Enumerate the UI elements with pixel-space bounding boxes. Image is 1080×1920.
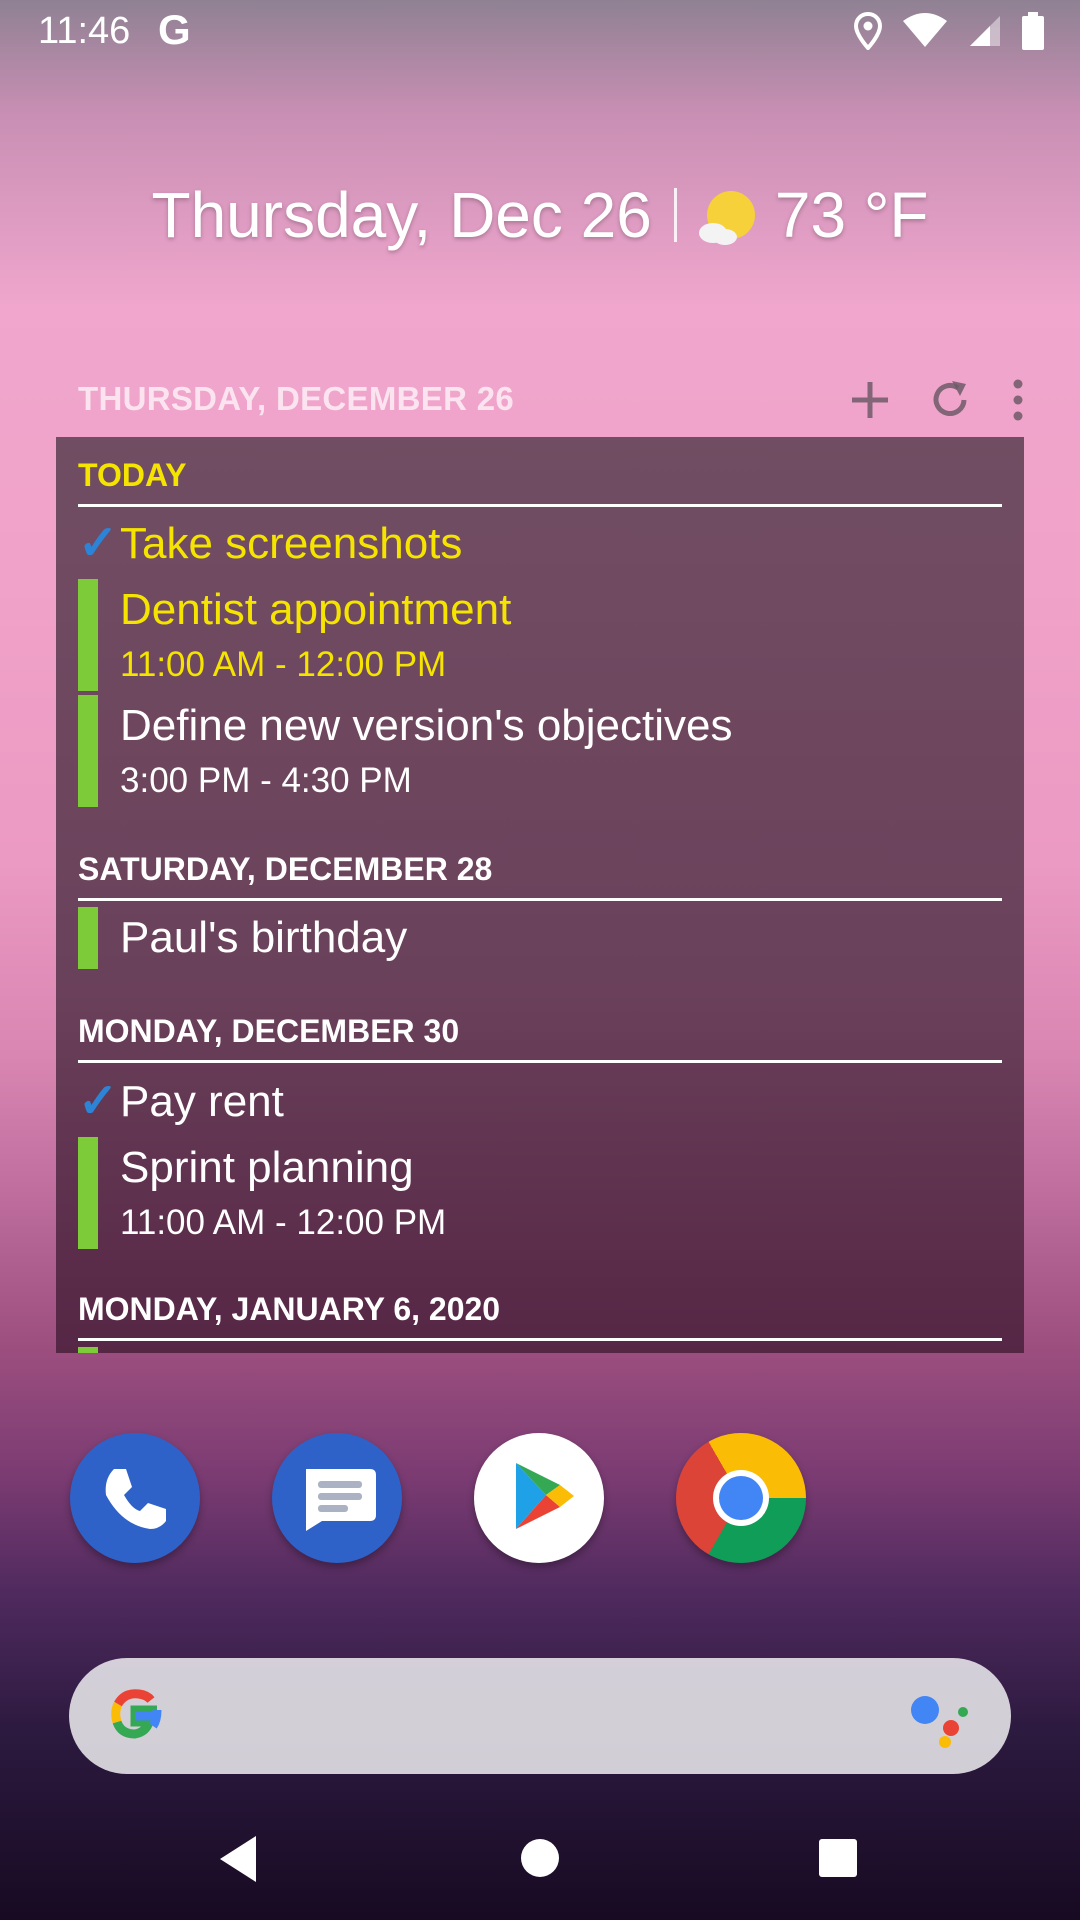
- recents-icon[interactable]: [818, 1838, 858, 1878]
- day-heading[interactable]: SATURDAY, DECEMBER 28: [78, 851, 1002, 901]
- check-icon[interactable]: ✓: [78, 1073, 118, 1129]
- event-color-bar: [78, 579, 98, 691]
- status-icons: [854, 12, 1044, 50]
- status-bar: 11:46 G: [0, 0, 1080, 64]
- status-time: 11:46: [38, 10, 131, 52]
- navigation-bar: [0, 1800, 1080, 1920]
- phone-icon: [105, 1469, 166, 1529]
- task-title: Pay rent: [120, 1077, 284, 1126]
- partly-sunny-icon: [698, 188, 755, 245]
- glance-temperature[interactable]: 73 °F: [775, 178, 929, 252]
- event-time: 11:00 AM - 12:00 PM: [120, 1203, 447, 1242]
- wifi-icon: [903, 13, 947, 47]
- google-notification-icon: G: [158, 6, 191, 53]
- event-title: Sprint planning: [120, 1143, 414, 1192]
- event-color-bar: [78, 907, 98, 969]
- event-color-bar: [78, 1347, 98, 1353]
- event-time: 3:00 PM - 4:30 PM: [120, 761, 412, 800]
- glance-divider: [673, 188, 677, 242]
- more-options-icon[interactable]: [1008, 378, 1028, 422]
- event-item[interactable]: Sprint planning 11:00 AM - 12:00 PM: [78, 1137, 1002, 1249]
- task-item[interactable]: ✓ Pay rent: [78, 1071, 1002, 1133]
- play-store-app[interactable]: [474, 1433, 604, 1563]
- event-color-bar: [78, 695, 98, 807]
- event-title: Dentist appointment: [120, 585, 512, 634]
- event-item[interactable]: Define new version's objectives 3:00 PM …: [78, 695, 1002, 807]
- phone-app[interactable]: [70, 1433, 200, 1563]
- widget-header-date[interactable]: THURSDAY, DECEMBER 26: [78, 380, 514, 418]
- event-time: 11:00 AM - 12:00 PM: [120, 645, 447, 684]
- day-heading[interactable]: MONDAY, DECEMBER 30: [78, 1013, 1002, 1063]
- event-item[interactable]: Dentist appointment 11:00 AM - 12:00 PM: [78, 579, 1002, 691]
- event-item[interactable]: Paul's birthday: [78, 907, 1002, 969]
- battery-icon: [1022, 12, 1044, 50]
- location-icon: [854, 12, 882, 50]
- home-icon[interactable]: [519, 1837, 561, 1879]
- check-icon[interactable]: ✓: [78, 515, 118, 571]
- cell-signal-icon: [970, 16, 1000, 46]
- app-dock: [70, 1433, 810, 1563]
- messages-icon: [306, 1469, 376, 1531]
- refresh-icon[interactable]: [928, 378, 972, 422]
- widget-header: THURSDAY, DECEMBER 26: [78, 378, 1028, 424]
- event-item-partial[interactable]: [78, 1347, 1002, 1353]
- glance-date[interactable]: Thursday, Dec 26: [151, 178, 651, 252]
- messages-app[interactable]: [272, 1433, 402, 1563]
- event-color-bar: [78, 1137, 98, 1249]
- at-a-glance[interactable]: Thursday, Dec 26 73 °F: [0, 178, 1080, 252]
- add-event-icon[interactable]: [848, 378, 892, 422]
- calendar-widget[interactable]: TODAY ✓ Take screenshots Dentist appoint…: [56, 437, 1024, 1353]
- google-search-bar[interactable]: [69, 1658, 1011, 1774]
- task-title: Take screenshots: [120, 519, 463, 568]
- google-g-icon[interactable]: [103, 1684, 167, 1748]
- back-icon[interactable]: [216, 1834, 260, 1884]
- widget-actions: [848, 378, 1028, 422]
- chrome-app[interactable]: [676, 1433, 806, 1563]
- event-title: Define new version's objectives: [120, 701, 733, 750]
- assistant-icon[interactable]: [907, 1688, 971, 1748]
- chrome-icon: [713, 1470, 769, 1526]
- day-heading-today[interactable]: TODAY: [78, 457, 1002, 507]
- day-heading[interactable]: MONDAY, JANUARY 6, 2020: [78, 1291, 1002, 1341]
- play-store-icon: [516, 1463, 574, 1529]
- task-item[interactable]: ✓ Take screenshots: [78, 513, 1002, 575]
- event-title: Paul's birthday: [120, 913, 408, 962]
